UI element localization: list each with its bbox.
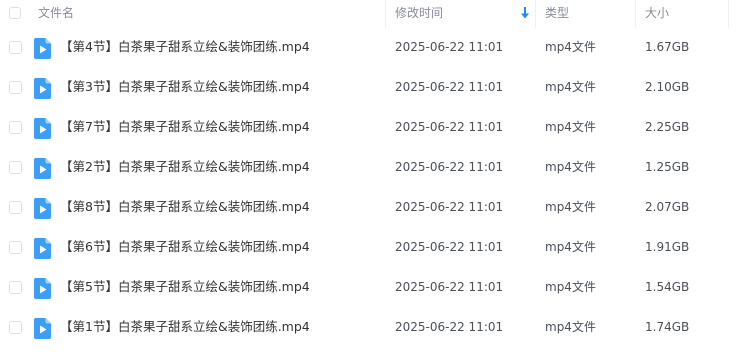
file-modified-time: 2025-06-22 11:01 [395,120,504,134]
file-name[interactable]: 【第1节】白茶果子甜系立绘&装饰团练.mp4 [60,319,310,335]
column-divider[interactable] [535,0,536,28]
video-file-icon [34,78,51,99]
file-row[interactable]: 【第7节】白茶果子甜系立绘&装饰团练.mp4 2025-06-22 11:01 … [0,108,742,148]
file-modified-time: 2025-06-22 11:01 [395,240,504,254]
row-checkbox[interactable] [9,321,22,334]
file-size: 1.67GB [645,40,690,54]
file-type: mp4文件 [545,80,596,94]
file-name[interactable]: 【第6节】白茶果子甜系立绘&装饰团练.mp4 [60,239,310,255]
file-name[interactable]: 【第8节】白茶果子甜系立绘&装饰团练.mp4 [60,199,310,215]
column-header-name[interactable]: 文件名 [38,6,74,21]
file-name[interactable]: 【第4节】白茶果子甜系立绘&装饰团练.mp4 [60,39,310,55]
column-divider[interactable] [728,0,729,28]
file-size: 1.91GB [645,240,690,254]
file-size: 2.07GB [645,200,690,214]
file-type: mp4文件 [545,280,596,294]
video-file-icon [34,198,51,219]
file-modified-time: 2025-06-22 11:01 [395,160,504,174]
file-row[interactable]: 【第5节】白茶果子甜系立绘&装饰团练.mp4 2025-06-22 11:01 … [0,268,742,308]
file-modified-time: 2025-06-22 11:01 [395,320,504,334]
file-size: 1.25GB [645,160,690,174]
file-size: 2.10GB [645,80,690,94]
file-modified-time: 2025-06-22 11:01 [395,40,504,54]
row-checkbox[interactable] [9,281,22,294]
arrow-down-icon[interactable] [521,7,529,19]
file-row[interactable]: 【第4节】白茶果子甜系立绘&装饰团练.mp4 2025-06-22 11:01 … [0,28,742,68]
column-header-type[interactable]: 类型 [545,6,569,21]
row-checkbox[interactable] [9,161,22,174]
file-type: mp4文件 [545,120,596,134]
select-all-checkbox[interactable] [9,7,21,19]
column-divider[interactable] [385,0,386,28]
column-header-size[interactable]: 大小 [645,6,669,21]
file-name[interactable]: 【第5节】白茶果子甜系立绘&装饰团练.mp4 [60,279,310,295]
video-file-icon [34,238,51,259]
video-file-icon [34,278,51,299]
file-modified-time: 2025-06-22 11:01 [395,280,504,294]
file-row[interactable]: 【第6节】白茶果子甜系立绘&装饰团练.mp4 2025-06-22 11:01 … [0,228,742,268]
video-file-icon [34,38,51,59]
column-divider[interactable] [635,0,636,28]
row-checkbox[interactable] [9,201,22,214]
file-type: mp4文件 [545,320,596,334]
file-size: 1.74GB [645,320,690,334]
video-file-icon [34,118,51,139]
row-checkbox[interactable] [9,81,22,94]
file-name[interactable]: 【第7节】白茶果子甜系立绘&装饰团练.mp4 [60,119,310,135]
file-size: 1.54GB [645,280,690,294]
file-row[interactable]: 【第1节】白茶果子甜系立绘&装饰团练.mp4 2025-06-22 11:01 … [0,308,742,348]
file-name[interactable]: 【第2节】白茶果子甜系立绘&装饰团练.mp4 [60,159,310,175]
video-file-icon [34,158,51,179]
file-type: mp4文件 [545,200,596,214]
file-name[interactable]: 【第3节】白茶果子甜系立绘&装饰团练.mp4 [60,79,310,95]
video-file-icon [34,318,51,339]
file-size: 2.25GB [645,120,690,134]
file-row[interactable]: 【第2节】白茶果子甜系立绘&装饰团练.mp4 2025-06-22 11:01 … [0,148,742,188]
row-checkbox[interactable] [9,41,22,54]
file-list: 文件名 修改时间 类型 大小 【第4节】白茶果子甜系立绘&装饰团练.mp4 20… [0,0,742,357]
row-checkbox[interactable] [9,121,22,134]
file-row[interactable]: 【第8节】白茶果子甜系立绘&装饰团练.mp4 2025-06-22 11:01 … [0,188,742,228]
file-modified-time: 2025-06-22 11:01 [395,80,504,94]
file-type: mp4文件 [545,40,596,54]
file-type: mp4文件 [545,240,596,254]
file-type: mp4文件 [545,160,596,174]
row-checkbox[interactable] [9,241,22,254]
file-list-header: 文件名 修改时间 类型 大小 [0,0,742,28]
column-header-modified[interactable]: 修改时间 [395,6,443,21]
file-row[interactable]: 【第3节】白茶果子甜系立绘&装饰团练.mp4 2025-06-22 11:01 … [0,68,742,108]
file-modified-time: 2025-06-22 11:01 [395,200,504,214]
